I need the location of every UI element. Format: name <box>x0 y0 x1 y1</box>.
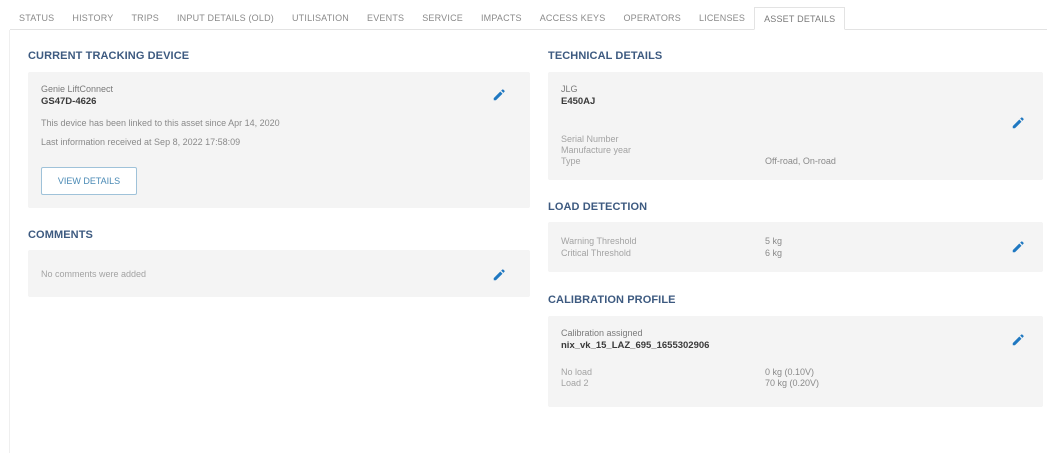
manufacture-year-label: Manufacture year <box>561 145 632 155</box>
tab-input-details-old[interactable]: INPUT DETAILS (OLD) <box>168 7 283 29</box>
pencil-icon <box>493 269 505 281</box>
comments-section-title: COMMENTS <box>28 229 93 241</box>
tab-access-keys[interactable]: ACCESS KEYS <box>531 7 615 29</box>
warning-threshold-value: 5 kg <box>765 236 783 246</box>
left-gutter-line <box>9 30 10 453</box>
no-load-label: No load <box>561 367 593 377</box>
device-name: Genie LiftConnect <box>41 84 114 94</box>
device-id: GS47D-4626 <box>41 96 97 107</box>
tab-trips[interactable]: TRIPS <box>122 7 168 29</box>
view-details-button[interactable]: VIEW DETAILS <box>41 167 137 195</box>
calibration-profile-name: nix_vk_15_LAZ_695_1655302906 <box>561 340 710 351</box>
pencil-icon <box>1012 117 1024 129</box>
critical-threshold-value: 6 kg <box>765 248 783 258</box>
comments-card: No comments were added <box>28 250 530 297</box>
edit-calibration-button[interactable] <box>1011 333 1025 347</box>
critical-threshold-label: Critical Threshold <box>561 248 631 258</box>
asset-model: E450AJ <box>561 96 596 107</box>
edit-tracking-button[interactable] <box>492 88 506 102</box>
technical-card: JLG E450AJ Serial Number Manufacture yea… <box>548 72 1043 180</box>
edit-technical-button[interactable] <box>1011 116 1025 130</box>
load-detection-section-title: LOAD DETECTION <box>548 201 648 213</box>
tab-bar-spacer <box>845 7 1047 29</box>
last-info-text: Last information received at Sep 8, 2022… <box>41 137 241 147</box>
tab-bar: STATUS HISTORY TRIPS INPUT DETAILS (OLD)… <box>10 7 1047 30</box>
pencil-icon <box>1012 241 1024 253</box>
no-load-value: 0 kg (0.10V) <box>765 367 815 377</box>
technical-section-title: TECHNICAL DETAILS <box>548 50 663 62</box>
no-comments-text: No comments were added <box>41 269 147 279</box>
device-linked-text: This device has been linked to this asse… <box>41 118 280 128</box>
tab-service[interactable]: SERVICE <box>413 7 472 29</box>
edit-load-detection-button[interactable] <box>1011 240 1025 254</box>
tab-utilisation[interactable]: UTILISATION <box>283 7 358 29</box>
tracking-card: Genie LiftConnect GS47D-4626 This device… <box>28 72 530 208</box>
load-2-label: Load 2 <box>561 378 589 388</box>
tracking-section-title: CURRENT TRACKING DEVICE <box>28 50 190 62</box>
edit-comments-button[interactable] <box>492 268 506 282</box>
type-label: Type <box>561 156 581 166</box>
tab-asset-details[interactable]: ASSET DETAILS <box>754 7 846 30</box>
calibration-section-title: CALIBRATION PROFILE <box>548 294 676 306</box>
load-detection-card: Warning Threshold 5 kg Critical Threshol… <box>548 222 1043 272</box>
type-value: Off-road, On-road <box>765 156 836 166</box>
tab-impacts[interactable]: IMPACTS <box>472 7 531 29</box>
tab-licenses[interactable]: LICENSES <box>690 7 754 29</box>
calibration-card: Calibration assigned nix_vk_15_LAZ_695_1… <box>548 316 1043 407</box>
calibration-assigned-label: Calibration assigned <box>561 328 643 338</box>
pencil-icon <box>493 89 505 101</box>
tab-operators[interactable]: OPERATORS <box>614 7 689 29</box>
load-2-value: 70 kg (0.20V) <box>765 378 820 388</box>
pencil-icon <box>1012 334 1024 346</box>
tab-events[interactable]: EVENTS <box>358 7 413 29</box>
warning-threshold-label: Warning Threshold <box>561 236 637 246</box>
tab-history[interactable]: HISTORY <box>63 7 122 29</box>
asset-brand: JLG <box>561 84 578 94</box>
serial-number-label: Serial Number <box>561 134 619 144</box>
tab-status[interactable]: STATUS <box>10 7 63 29</box>
